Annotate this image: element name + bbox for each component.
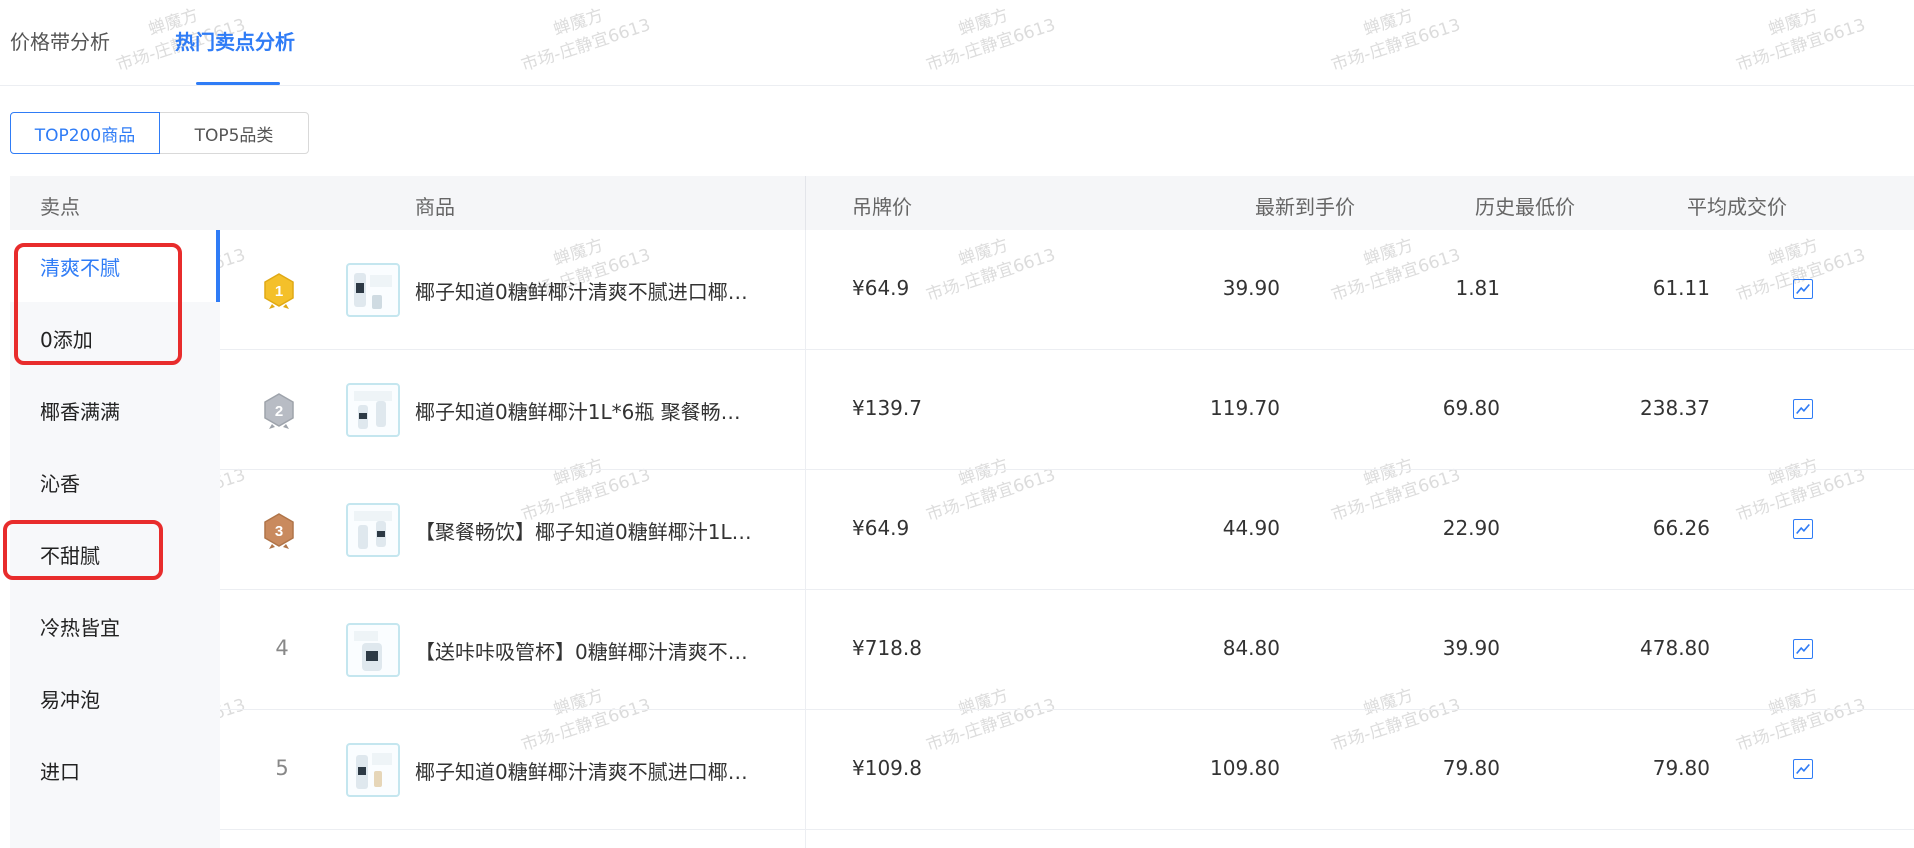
- tag-price: ¥64.9: [852, 516, 910, 540]
- trend-chart-icon[interactable]: [1793, 519, 1813, 539]
- product-thumbnail[interactable]: [346, 743, 400, 797]
- header-latest-price: 最新到手价: [1255, 195, 1355, 219]
- trend-chart-icon[interactable]: [1793, 759, 1813, 779]
- lowest-price: 22.90: [1442, 516, 1500, 540]
- lowest-price: 79.80: [1442, 756, 1500, 780]
- tag-price: ¥718.8: [852, 636, 922, 660]
- selling-point-coconut-aroma[interactable]: 椰香满满: [40, 396, 120, 425]
- rank-number: 5: [275, 756, 289, 780]
- annotation-highlight-box: [3, 520, 163, 580]
- selling-point-qinxiang[interactable]: 沁香: [40, 468, 80, 497]
- latest-price: 84.80: [1222, 636, 1280, 660]
- product-thumbnail[interactable]: [346, 263, 400, 317]
- table-row[interactable]: 3 【聚餐畅饮】椰子知道0糖鲜椰汁1L… ¥64.9 44.90 22.90 6…: [220, 470, 1914, 590]
- segment-top200-products[interactable]: TOP200商品: [10, 112, 160, 154]
- avg-price: 61.11: [1652, 276, 1710, 300]
- analysis-tabs: 价格带分析 热门卖点分析: [0, 0, 1914, 86]
- product-name[interactable]: 椰子知道0糖鲜椰汁清爽不腻进口椰…: [415, 276, 795, 305]
- avg-price: 478.80: [1640, 636, 1710, 660]
- rank-number: 4: [275, 636, 289, 660]
- lowest-price: 1.81: [1455, 276, 1500, 300]
- header-selling-point: 卖点: [40, 195, 80, 219]
- table-row[interactable]: 4 【送咔咔吸管杯】0糖鲜椰汁清爽不… ¥718.8 84.80 39.90 4…: [220, 590, 1914, 710]
- trend-chart-icon[interactable]: [1793, 639, 1813, 659]
- product-name[interactable]: 【聚餐畅饮】椰子知道0糖鲜椰汁1L…: [415, 516, 795, 545]
- selling-point-easy-brew[interactable]: 易冲泡: [40, 684, 100, 713]
- tab-price-band[interactable]: 价格带分析: [10, 26, 110, 55]
- svg-text:3: 3: [275, 523, 283, 540]
- table-row[interactable]: 2 椰子知道0糖鲜椰汁1L*6瓶 聚餐畅… ¥139.7 119.70 69.8…: [220, 350, 1914, 470]
- selling-point-hot-or-cold[interactable]: 冷热皆宜: [40, 612, 120, 641]
- latest-price: 109.80: [1210, 756, 1280, 780]
- header-divider: [805, 176, 806, 230]
- product-thumbnail[interactable]: [346, 503, 400, 557]
- product-thumbnail[interactable]: [346, 623, 400, 677]
- avg-price: 238.37: [1640, 396, 1710, 420]
- segment-top5-categories[interactable]: TOP5品类: [159, 112, 309, 154]
- header-tag-price: 吊牌价: [852, 195, 912, 219]
- latest-price: 39.90: [1222, 276, 1280, 300]
- table-row[interactable]: 1 椰子知道0糖鲜椰汁清爽不腻进口椰… ¥64.9 39.90 1.81 61.…: [220, 230, 1914, 350]
- avg-price: 66.26: [1652, 516, 1710, 540]
- product-name[interactable]: 椰子知道0糖鲜椰汁1L*6瓶 聚餐畅…: [415, 396, 795, 425]
- active-tab-indicator: [196, 82, 280, 85]
- bronze-medal-icon: 3: [264, 513, 294, 549]
- trend-chart-icon[interactable]: [1793, 279, 1813, 299]
- latest-price: 44.90: [1222, 516, 1280, 540]
- product-name[interactable]: 椰子知道0糖鲜椰汁清爽不腻进口椰…: [415, 756, 795, 785]
- header-lowest-price: 历史最低价: [1475, 195, 1575, 219]
- header-product: 商品: [415, 195, 455, 219]
- svg-text:2: 2: [275, 403, 283, 420]
- tag-price: ¥139.7: [852, 396, 922, 420]
- product-name[interactable]: 【送咔咔吸管杯】0糖鲜椰汁清爽不…: [415, 636, 795, 665]
- tag-price: ¥64.9: [852, 276, 910, 300]
- tab-hot-selling-points[interactable]: 热门卖点分析: [175, 26, 295, 55]
- product-thumbnail[interactable]: [346, 383, 400, 437]
- trend-chart-icon[interactable]: [1793, 399, 1813, 419]
- lowest-price: 39.90: [1442, 636, 1500, 660]
- silver-medal-icon: 2: [264, 393, 294, 429]
- tag-price: ¥109.8: [852, 756, 922, 780]
- selling-point-imported[interactable]: 进口: [40, 756, 80, 785]
- latest-price: 119.70: [1210, 396, 1280, 420]
- table-header: 卖点 商品 吊牌价 最新到手价 历史最低价 平均成交价: [10, 176, 1914, 230]
- header-avg-price: 平均成交价: [1687, 195, 1787, 219]
- annotation-highlight-box: [14, 243, 182, 365]
- gold-medal-icon: 1: [264, 273, 294, 309]
- lowest-price: 69.80: [1442, 396, 1500, 420]
- table-row[interactable]: 5 椰子知道0糖鲜椰汁清爽不腻进口椰… ¥109.8 109.80 79.80 …: [220, 710, 1914, 830]
- avg-price: 79.80: [1652, 756, 1710, 780]
- svg-text:1: 1: [275, 283, 283, 300]
